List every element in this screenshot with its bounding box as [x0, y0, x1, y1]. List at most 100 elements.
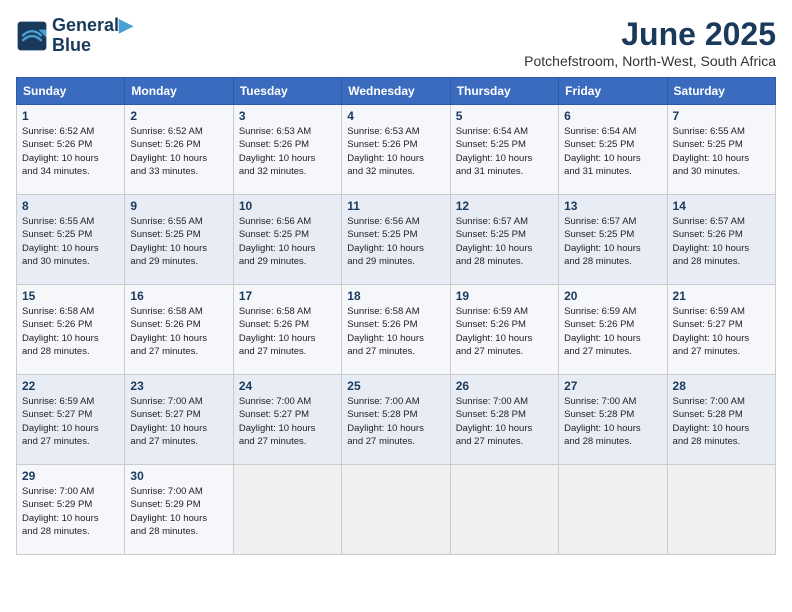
calendar-cell: 27 Sunrise: 7:00 AM Sunset: 5:28 PM Dayli… [559, 375, 667, 465]
logo-text: General▶ Blue [52, 16, 133, 56]
day-number: 25 [347, 379, 444, 393]
header-day: Wednesday [342, 78, 450, 105]
day-number: 4 [347, 109, 444, 123]
day-number: 10 [239, 199, 336, 213]
header-row: SundayMondayTuesdayWednesdayThursdayFrid… [17, 78, 776, 105]
calendar-cell: 7 Sunrise: 6:55 AM Sunset: 5:25 PM Daylig… [667, 105, 775, 195]
calendar-cell: 17 Sunrise: 6:58 AM Sunset: 5:26 PM Dayli… [233, 285, 341, 375]
day-number: 26 [456, 379, 553, 393]
calendar-week: 15 Sunrise: 6:58 AM Sunset: 5:26 PM Dayli… [17, 285, 776, 375]
day-number: 15 [22, 289, 119, 303]
day-info: Sunrise: 6:57 AM Sunset: 5:25 PM Dayligh… [564, 215, 661, 268]
calendar-week: 1 Sunrise: 6:52 AM Sunset: 5:26 PM Daylig… [17, 105, 776, 195]
day-number: 9 [130, 199, 227, 213]
month-title: June 2025 [524, 16, 776, 53]
calendar-cell: 4 Sunrise: 6:53 AM Sunset: 5:26 PM Daylig… [342, 105, 450, 195]
header-day: Saturday [667, 78, 775, 105]
day-info: Sunrise: 6:58 AM Sunset: 5:26 PM Dayligh… [22, 305, 119, 358]
calendar-cell [233, 465, 341, 555]
day-number: 3 [239, 109, 336, 123]
day-number: 27 [564, 379, 661, 393]
day-info: Sunrise: 6:53 AM Sunset: 5:26 PM Dayligh… [347, 125, 444, 178]
day-number: 1 [22, 109, 119, 123]
calendar-cell: 12Sunrise: 6:57 AM Sunset: 5:25 PM Dayli… [450, 195, 558, 285]
calendar-cell [342, 465, 450, 555]
day-info: Sunrise: 6:53 AM Sunset: 5:26 PM Dayligh… [239, 125, 336, 178]
day-number: 21 [673, 289, 770, 303]
calendar-cell: 28 Sunrise: 7:00 AM Sunset: 5:28 PM Dayli… [667, 375, 775, 465]
calendar-cell: 1 Sunrise: 6:52 AM Sunset: 5:26 PM Daylig… [17, 105, 125, 195]
day-number: 12 [456, 199, 553, 213]
day-info: Sunrise: 6:59 AM Sunset: 5:27 PM Dayligh… [22, 395, 119, 448]
calendar-cell: 29 Sunrise: 7:00 AM Sunset: 5:29 PM Dayli… [17, 465, 125, 555]
day-info: Sunrise: 7:00 AM Sunset: 5:28 PM Dayligh… [564, 395, 661, 448]
header-day: Thursday [450, 78, 558, 105]
calendar-cell: 14 Sunrise: 6:57 AM Sunset: 5:26 PM Dayli… [667, 195, 775, 285]
day-info: Sunrise: 6:56 AM Sunset: 5:25 PM Dayligh… [347, 215, 444, 268]
calendar-table: SundayMondayTuesdayWednesdayThursdayFrid… [16, 77, 776, 555]
day-info: Sunrise: 7:00 AM Sunset: 5:28 PM Dayligh… [347, 395, 444, 448]
day-info: Sunrise: 6:57 AM Sunset: 5:26 PM Dayligh… [673, 215, 770, 268]
day-number: 19 [456, 289, 553, 303]
title-block: June 2025 Potchefstroom, North-West, Sou… [524, 16, 776, 69]
day-number: 17 [239, 289, 336, 303]
calendar-cell: 10 Sunrise: 6:56 AM Sunset: 5:25 PM Dayli… [233, 195, 341, 285]
calendar-cell: 24 Sunrise: 7:00 AM Sunset: 5:27 PM Dayli… [233, 375, 341, 465]
calendar-cell [667, 465, 775, 555]
day-info: Sunrise: 7:00 AM Sunset: 5:29 PM Dayligh… [22, 485, 119, 538]
day-number: 30 [130, 469, 227, 483]
calendar-cell: 13Sunrise: 6:57 AM Sunset: 5:25 PM Dayli… [559, 195, 667, 285]
day-number: 23 [130, 379, 227, 393]
day-number: 14 [673, 199, 770, 213]
calendar-cell: 25 Sunrise: 7:00 AM Sunset: 5:28 PM Dayli… [342, 375, 450, 465]
calendar-week: 29 Sunrise: 7:00 AM Sunset: 5:29 PM Dayli… [17, 465, 776, 555]
calendar-cell: 11 Sunrise: 6:56 AM Sunset: 5:25 PM Dayli… [342, 195, 450, 285]
day-number: 2 [130, 109, 227, 123]
day-info: Sunrise: 7:00 AM Sunset: 5:27 PM Dayligh… [130, 395, 227, 448]
day-info: Sunrise: 6:56 AM Sunset: 5:25 PM Dayligh… [239, 215, 336, 268]
calendar-cell: 21 Sunrise: 6:59 AM Sunset: 5:27 PM Dayli… [667, 285, 775, 375]
calendar-cell: 26 Sunrise: 7:00 AM Sunset: 5:28 PM Dayli… [450, 375, 558, 465]
day-number: 11 [347, 199, 444, 213]
day-info: Sunrise: 6:59 AM Sunset: 5:27 PM Dayligh… [673, 305, 770, 358]
day-number: 24 [239, 379, 336, 393]
day-info: Sunrise: 7:00 AM Sunset: 5:27 PM Dayligh… [239, 395, 336, 448]
calendar-week: 22 Sunrise: 6:59 AM Sunset: 5:27 PM Dayli… [17, 375, 776, 465]
day-number: 20 [564, 289, 661, 303]
day-number: 8 [22, 199, 119, 213]
day-info: Sunrise: 6:59 AM Sunset: 5:26 PM Dayligh… [456, 305, 553, 358]
calendar-cell: 15 Sunrise: 6:58 AM Sunset: 5:26 PM Dayli… [17, 285, 125, 375]
day-number: 7 [673, 109, 770, 123]
day-number: 5 [456, 109, 553, 123]
calendar-cell [559, 465, 667, 555]
day-info: Sunrise: 6:59 AM Sunset: 5:26 PM Dayligh… [564, 305, 661, 358]
day-info: Sunrise: 6:54 AM Sunset: 5:25 PM Dayligh… [456, 125, 553, 178]
day-info: Sunrise: 6:55 AM Sunset: 5:25 PM Dayligh… [673, 125, 770, 178]
day-info: Sunrise: 7:00 AM Sunset: 5:29 PM Dayligh… [130, 485, 227, 538]
calendar-cell: 18Sunrise: 6:58 AM Sunset: 5:26 PM Dayli… [342, 285, 450, 375]
day-number: 29 [22, 469, 119, 483]
day-number: 22 [22, 379, 119, 393]
day-number: 16 [130, 289, 227, 303]
day-info: Sunrise: 6:52 AM Sunset: 5:26 PM Dayligh… [130, 125, 227, 178]
day-info: Sunrise: 7:00 AM Sunset: 5:28 PM Dayligh… [456, 395, 553, 448]
calendar-cell: 3 Sunrise: 6:53 AM Sunset: 5:26 PM Daylig… [233, 105, 341, 195]
logo: General▶ Blue [16, 16, 133, 56]
logo-icon [16, 20, 48, 52]
day-info: Sunrise: 6:58 AM Sunset: 5:26 PM Dayligh… [239, 305, 336, 358]
calendar-week: 8 Sunrise: 6:55 AM Sunset: 5:25 PM Daylig… [17, 195, 776, 285]
calendar-cell: 20 Sunrise: 6:59 AM Sunset: 5:26 PM Dayli… [559, 285, 667, 375]
header-day: Friday [559, 78, 667, 105]
calendar-cell: 30 Sunrise: 7:00 AM Sunset: 5:29 PM Dayli… [125, 465, 233, 555]
calendar-cell: 9Sunrise: 6:55 AM Sunset: 5:25 PM Daylig… [125, 195, 233, 285]
day-info: Sunrise: 6:55 AM Sunset: 5:25 PM Dayligh… [22, 215, 119, 268]
calendar-cell: 22 Sunrise: 6:59 AM Sunset: 5:27 PM Dayli… [17, 375, 125, 465]
day-info: Sunrise: 7:00 AM Sunset: 5:28 PM Dayligh… [673, 395, 770, 448]
day-info: Sunrise: 6:52 AM Sunset: 5:26 PM Dayligh… [22, 125, 119, 178]
location-title: Potchefstroom, North-West, South Africa [524, 53, 776, 69]
calendar-cell: 8 Sunrise: 6:55 AM Sunset: 5:25 PM Daylig… [17, 195, 125, 285]
header-day: Tuesday [233, 78, 341, 105]
calendar-cell: 16Sunrise: 6:58 AM Sunset: 5:26 PM Dayli… [125, 285, 233, 375]
calendar-cell: 19 Sunrise: 6:59 AM Sunset: 5:26 PM Dayli… [450, 285, 558, 375]
day-number: 28 [673, 379, 770, 393]
